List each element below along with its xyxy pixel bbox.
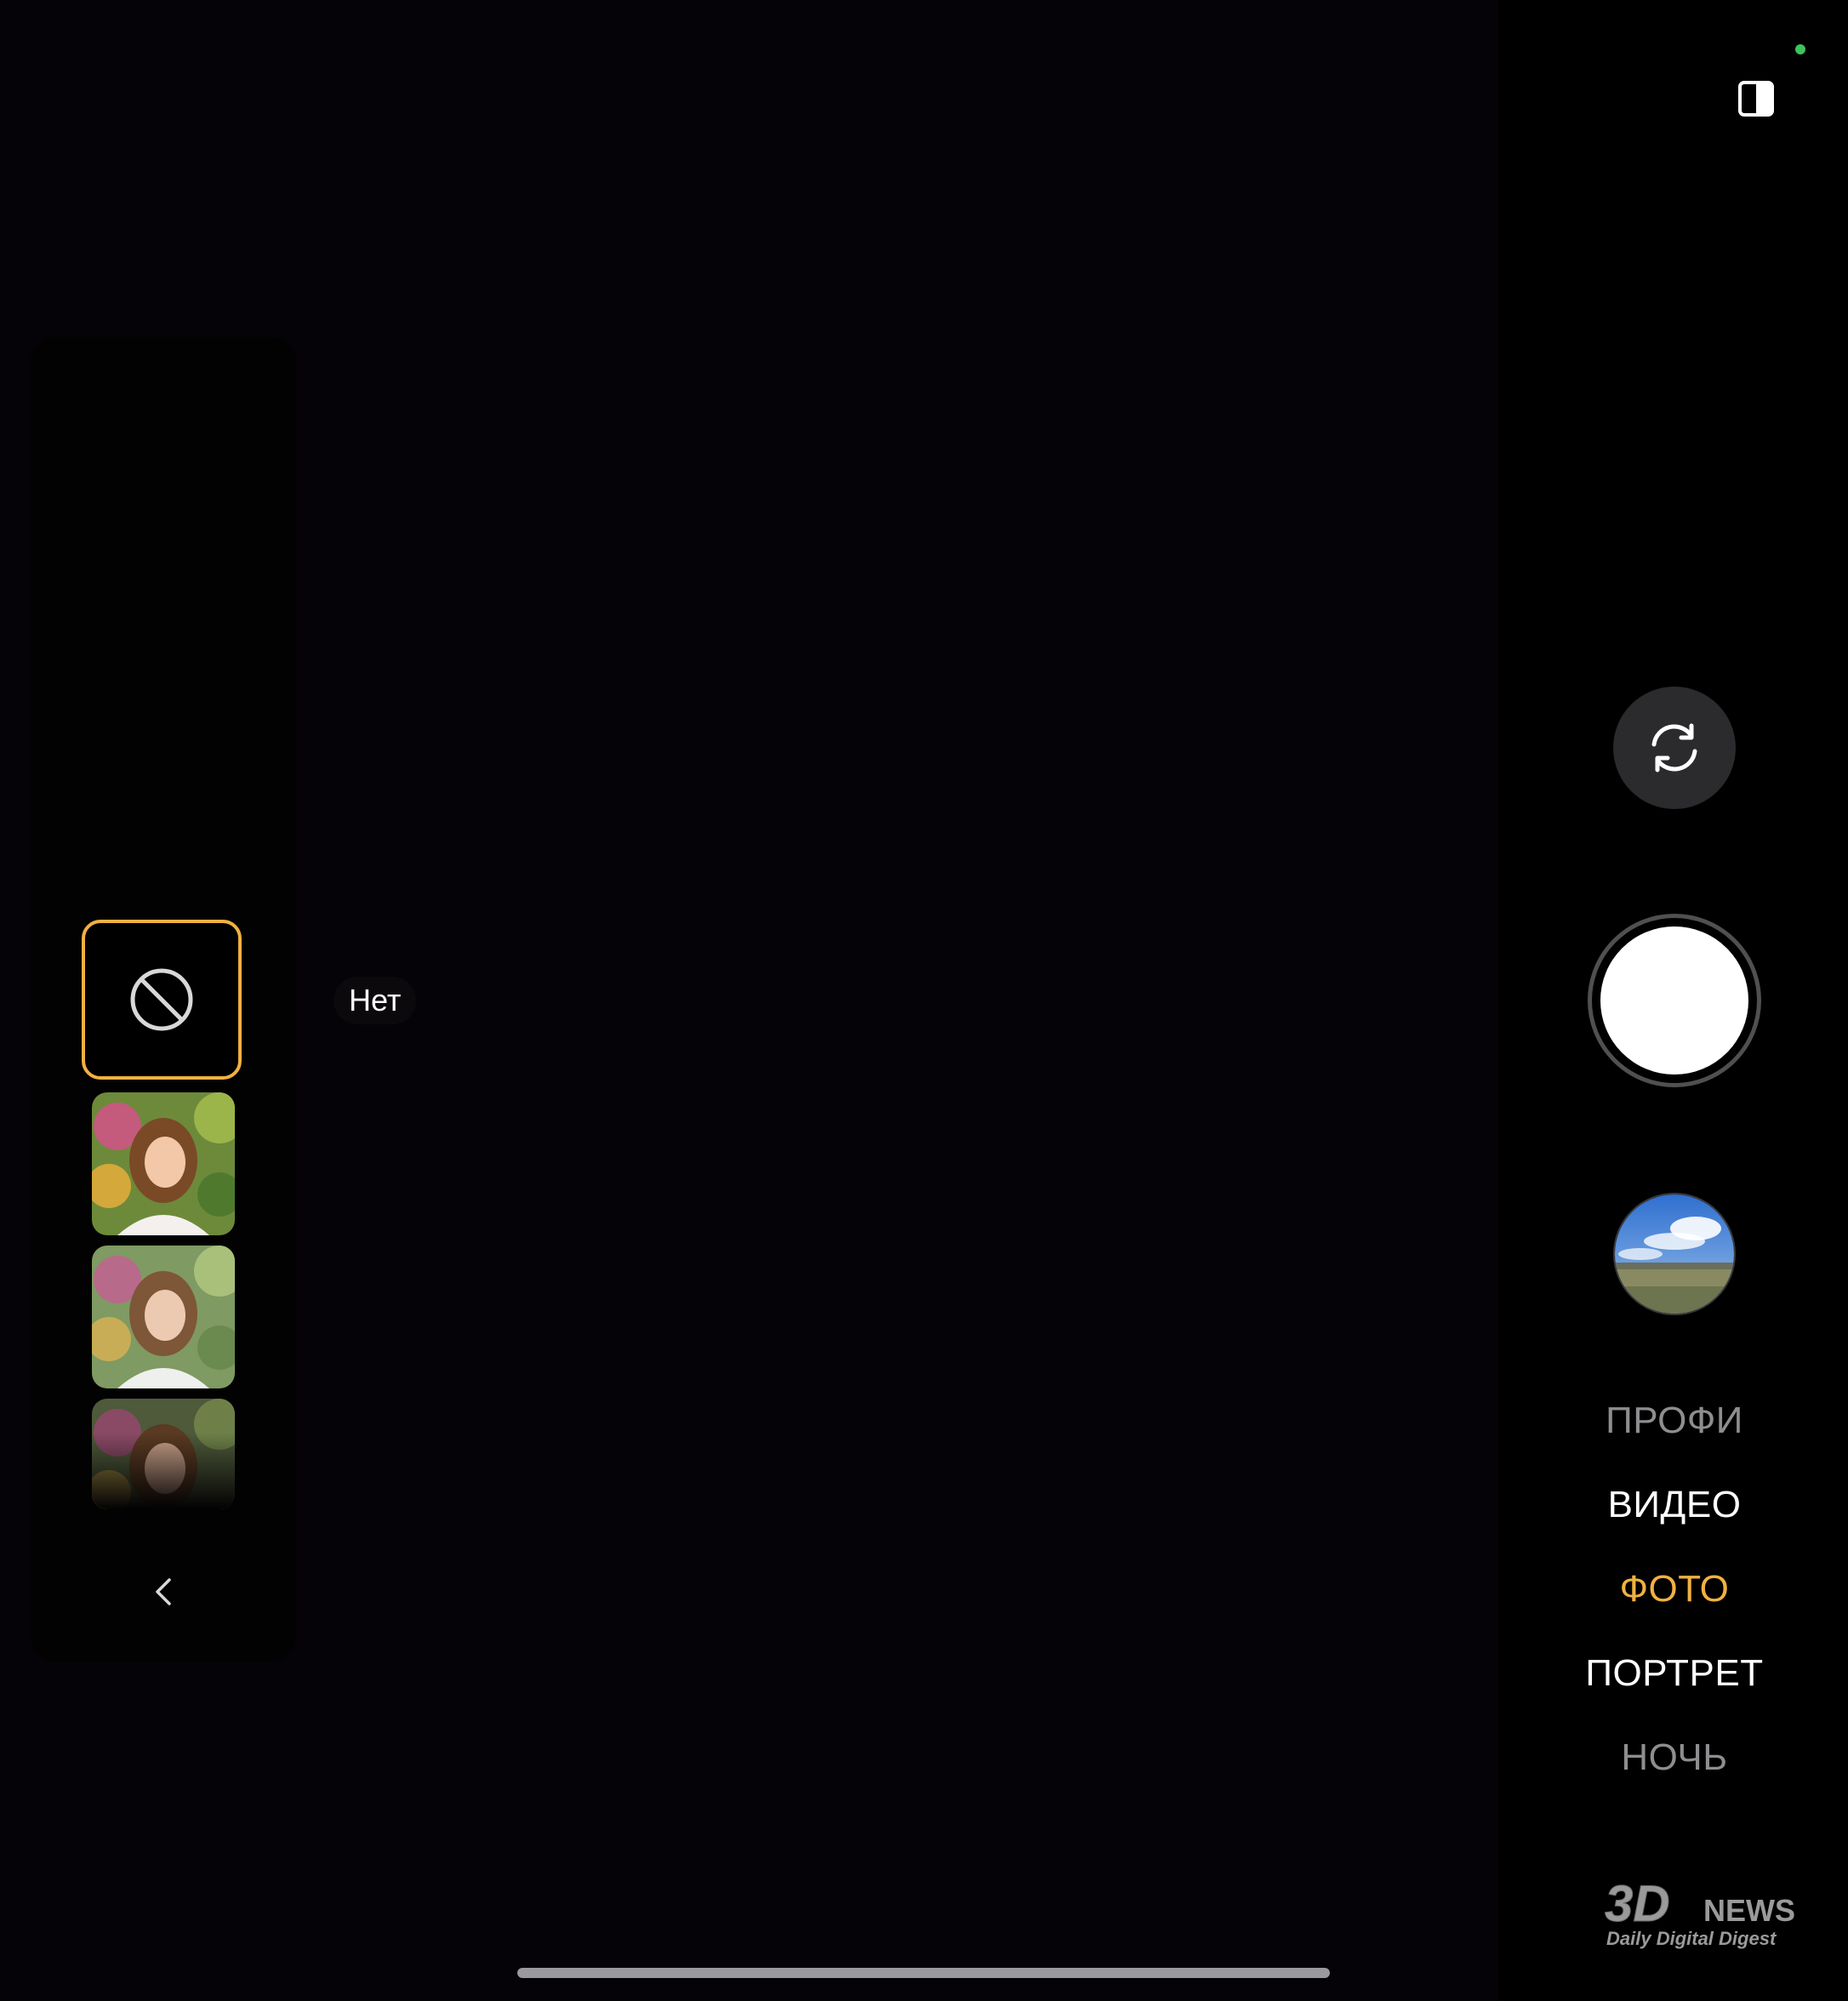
shutter-button-inner xyxy=(1600,926,1748,1075)
gallery-button[interactable] xyxy=(1613,1193,1736,1315)
split-view-icon xyxy=(1738,81,1774,117)
watermark-logo: 3D NEWS Daily Digital Digest xyxy=(1603,1877,1814,1950)
filter-thumbnail[interactable] xyxy=(92,1092,235,1235)
svg-text:3D: 3D xyxy=(1605,1877,1670,1932)
svg-text:NEWS: NEWS xyxy=(1703,1893,1795,1928)
filter-thumbnail[interactable] xyxy=(92,1246,235,1388)
mode-photo[interactable]: ФОТО xyxy=(1531,1547,1817,1631)
thumbnail-fade xyxy=(92,1433,235,1509)
no-filter-icon xyxy=(130,968,193,1031)
switch-camera-icon xyxy=(1651,723,1697,772)
shutter-button[interactable] xyxy=(1588,914,1761,1087)
chevron-left-icon xyxy=(156,1578,171,1605)
filter-thumbnail[interactable] xyxy=(92,1399,235,1509)
home-indicator[interactable] xyxy=(517,1968,1330,1978)
collapse-filters-button[interactable] xyxy=(143,1569,184,1615)
gallery-thumbnail xyxy=(1615,1194,1734,1314)
mode-portrait[interactable]: ПОРТРЕТ xyxy=(1531,1631,1817,1715)
portrait-thumbnail xyxy=(92,1092,235,1235)
mode-video[interactable]: ВИДЕО xyxy=(1531,1462,1817,1547)
split-view-button[interactable] xyxy=(1737,79,1776,118)
switch-camera-button[interactable] xyxy=(1613,687,1736,809)
filter-none-button[interactable] xyxy=(82,920,242,1080)
mode-pro[interactable]: ПРОФИ xyxy=(1531,1378,1817,1462)
camera-screen: Нет ПРОФИ ВИДЕО ФОТО ПОРТРЕТ НОЧЬ 3D NEW… xyxy=(0,0,1848,2001)
3dnews-logo: 3D NEWS Daily Digital Digest xyxy=(1605,1877,1796,1949)
mode-selector: ПРОФИ ВИДЕО ФОТО ПОРТРЕТ НОЧЬ xyxy=(1531,1378,1817,1799)
camera-in-use-indicator xyxy=(1795,44,1805,54)
filter-name-label: Нет xyxy=(334,977,417,1024)
mode-night[interactable]: НОЧЬ xyxy=(1531,1715,1817,1799)
svg-text:Daily Digital Digest: Daily Digital Digest xyxy=(1606,1928,1777,1949)
portrait-thumbnail xyxy=(92,1246,235,1388)
